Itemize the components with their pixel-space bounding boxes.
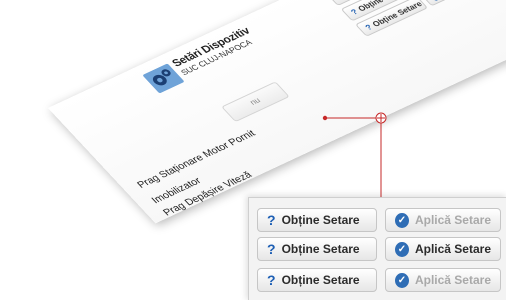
apply-setting-button-mini-3[interactable]: ✓ Aplică Setare bbox=[420, 0, 496, 7]
apply-setting-button-2[interactable]: ✓ Aplică Setare bbox=[385, 237, 501, 261]
get-setting-button-2[interactable]: ? Obține Setare bbox=[257, 237, 377, 261]
check-circle-icon: ✓ bbox=[428, 0, 440, 2]
get-setting-label: Obține Setare bbox=[281, 242, 360, 256]
settings-row-1: ? Obține Setare ✓ Aplică Setare bbox=[257, 208, 501, 232]
device-settings-card: Setări Dispozitiv SUC CLUJ-NAPOCA Prag S… bbox=[48, 0, 506, 224]
apply-setting-label: Aplică Setare bbox=[414, 242, 491, 256]
screenshot-stage: Setări Dispozitiv SUC CLUJ-NAPOCA Prag S… bbox=[0, 0, 506, 300]
settings-row-3: ? Obține Setare ✓ Aplică Setare bbox=[257, 268, 501, 292]
apply-setting-label: Aplică Setare bbox=[414, 213, 491, 227]
get-setting-label: Obține Setare bbox=[281, 213, 360, 227]
check-circle-icon: ✓ bbox=[395, 212, 409, 228]
apply-setting-button-3[interactable]: ✓ Aplică Setare bbox=[385, 268, 501, 292]
card-header: Setări Dispozitiv SUC CLUJ-NAPOCA bbox=[143, 25, 260, 93]
check-circle-icon: ✓ bbox=[395, 241, 409, 257]
settings-row-2: ? Obține Setare ✓ Aplică Setare bbox=[257, 237, 501, 261]
question-icon: ? bbox=[334, 0, 345, 1]
get-setting-label: Obține Setare bbox=[281, 273, 360, 287]
question-icon: ? bbox=[267, 241, 276, 257]
question-icon: ? bbox=[267, 272, 276, 288]
question-icon: ? bbox=[267, 212, 276, 228]
zoom-panel: ? Obține Setare ✓ Aplică Setare ? Obține… bbox=[248, 197, 506, 300]
immobilizer-value: nu bbox=[221, 81, 290, 123]
apply-setting-label: Aplică Setare bbox=[414, 273, 491, 287]
get-setting-button-3[interactable]: ? Obține Setare bbox=[257, 268, 377, 292]
check-circle-icon: ✓ bbox=[395, 272, 409, 288]
get-setting-button-1[interactable]: ? Obține Setare bbox=[257, 208, 377, 232]
apply-setting-button-1[interactable]: ✓ Aplică Setare bbox=[385, 208, 501, 232]
